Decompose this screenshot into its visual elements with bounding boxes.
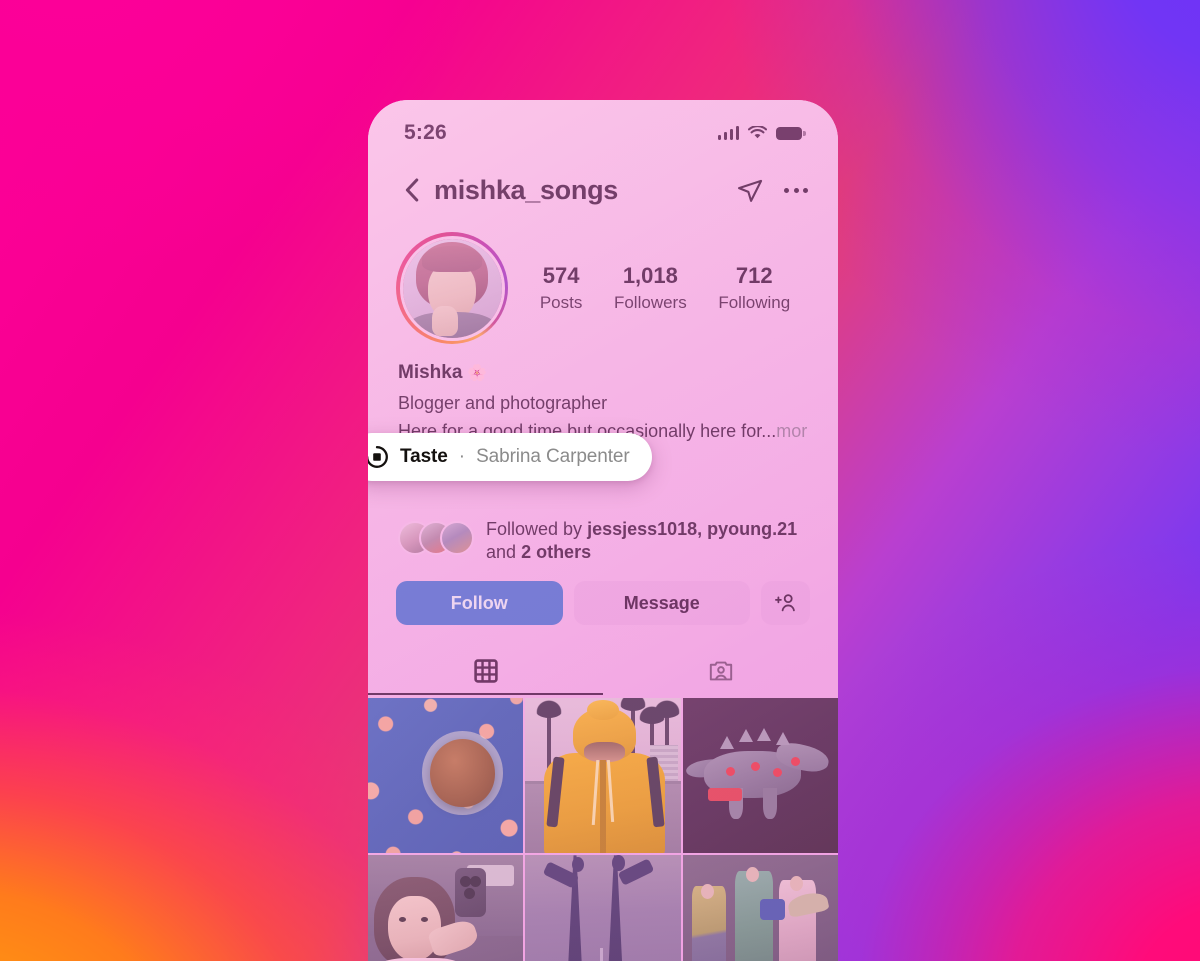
- active-tab-underline: [368, 692, 603, 696]
- bio-more-link[interactable]: more: [776, 421, 808, 441]
- grid-post[interactable]: [682, 855, 838, 961]
- battery-icon: [776, 126, 806, 140]
- status-icons: [717, 126, 806, 140]
- wifi-icon: [748, 126, 767, 139]
- status-time: 5:26: [404, 121, 447, 144]
- status-bar: 5:26: [368, 100, 838, 156]
- followers-label: Followers: [613, 292, 687, 312]
- bio-line-1: Blogger and photographer: [398, 393, 608, 413]
- add-person-icon: [774, 594, 795, 612]
- bio-ellipsis: ...: [761, 421, 777, 442]
- follow-button[interactable]: Follow: [396, 581, 563, 626]
- cellular-signal-icon: [717, 126, 739, 140]
- grid-tab[interactable]: [368, 647, 603, 695]
- posts-label: Posts: [539, 292, 583, 312]
- profile-header: mishka_songs: [368, 156, 838, 218]
- grid-post[interactable]: [682, 698, 838, 854]
- paper-plane-icon[interactable]: [736, 176, 764, 204]
- avatar[interactable]: [396, 232, 508, 344]
- chevron-left-icon[interactable]: [398, 175, 428, 205]
- followed-by-text: Followed by jessjess1018, pyoung.21 and …: [486, 518, 797, 565]
- grid-post[interactable]: [368, 855, 524, 961]
- grid-post[interactable]: [525, 698, 681, 854]
- music-artist-name: Sabrina Carpenter: [476, 446, 630, 467]
- profile-summary: 574 Posts 1,018 Followers 712 Following: [368, 218, 838, 344]
- music-track-title: Taste: [400, 446, 448, 467]
- profile-stats: 574 Posts 1,018 Followers 712 Following: [508, 263, 810, 313]
- tagged-photos-icon: [709, 661, 732, 681]
- posts-grid: [368, 698, 838, 961]
- profile-bio: Mishka 🌸 Blogger and photographer Here f…: [368, 344, 838, 444]
- stat-posts[interactable]: 574 Posts: [540, 263, 583, 313]
- message-button[interactable]: Message: [573, 581, 750, 626]
- following-count: 712: [735, 263, 773, 289]
- stat-followers[interactable]: 1,018 Followers: [614, 263, 687, 313]
- page-title: mishka_songs: [434, 174, 618, 205]
- bio-truncation: ...more: [761, 421, 808, 441]
- followers-count: 1,018: [622, 263, 678, 289]
- phone-mockup: 5:26 mishka_songs 574 Posts 1,018 Follow…: [368, 100, 838, 961]
- display-name: Mishka: [398, 362, 463, 383]
- header-actions: [736, 176, 808, 204]
- tagged-tab[interactable]: [603, 647, 838, 695]
- flower-emoji-icon: 🌸: [467, 365, 488, 382]
- display-name-row: Mishka 🌸: [398, 362, 808, 384]
- avatar-image: [399, 235, 505, 341]
- grid-icon: [473, 659, 498, 684]
- add-person-button[interactable]: [761, 581, 810, 626]
- phone-screen: 5:26 mishka_songs 574 Posts 1,018 Follow…: [368, 100, 838, 961]
- followed-by-connector: and: [486, 541, 517, 562]
- music-record-icon: [368, 446, 388, 468]
- mutual-followers-avatars[interactable]: [398, 518, 474, 555]
- grid-post[interactable]: [368, 698, 524, 854]
- following-label: Following: [718, 292, 791, 312]
- stat-following[interactable]: 712 Following: [718, 263, 790, 313]
- profile-actions: Follow Message: [368, 564, 838, 626]
- followed-by-names[interactable]: jessjess1018, pyoung.21: [587, 519, 797, 539]
- followed-by-others[interactable]: 2 others: [521, 542, 591, 562]
- more-options-icon[interactable]: [784, 182, 808, 199]
- followed-by-prefix: Followed by: [486, 518, 583, 539]
- mutual-avatar: [440, 520, 474, 555]
- music-pill[interactable]: Taste · Sabrina Carpenter: [368, 433, 652, 481]
- grid-post[interactable]: [525, 855, 681, 961]
- posts-count: 574: [542, 263, 580, 289]
- music-separator: ·: [458, 446, 466, 467]
- profile-tabs: [368, 647, 838, 696]
